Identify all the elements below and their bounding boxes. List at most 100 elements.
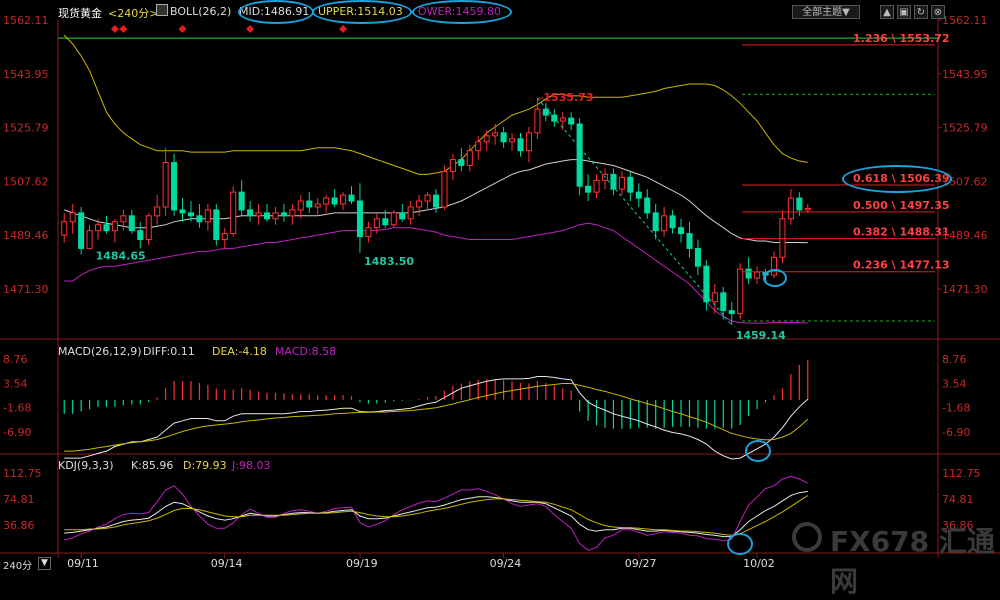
candle-body [94, 224, 102, 232]
price-tick-label-left: 1543.95 [3, 68, 49, 81]
kdj-k-value: K:85.96 [131, 459, 174, 472]
price-tick-label-right: 1471.30 [942, 283, 988, 296]
candle-body [323, 197, 330, 205]
price-tick-label-right: 1489.46 [942, 229, 988, 242]
candle-body [289, 209, 296, 217]
mid-highlight-ring [238, 0, 314, 24]
candle-body [280, 212, 287, 217]
instrument-title: 现货黄金 [58, 7, 102, 20]
axis-labels: 1562.11 1562.11 1543.95 1543.95 1525.79 1525.… [3, 14, 988, 570]
toolbar-button-close[interactable]: ⊗ [931, 5, 945, 19]
candle-body [230, 191, 237, 235]
candle-body [128, 215, 135, 232]
fib-0618-highlight-ring [842, 165, 952, 193]
candle-body [111, 221, 118, 232]
fib-levels: 1.236 \ 1553.720.618 \ 1506.390.500 \ 14… [742, 32, 950, 273]
candle-body [593, 179, 600, 193]
kdj-d-value: D:79.93 [183, 459, 227, 472]
candle-body [694, 247, 701, 267]
candle-highlight-ring [763, 269, 787, 287]
toolbar-button-refresh[interactable]: ↻ [914, 5, 928, 19]
candle-body [196, 215, 203, 223]
candle-body [644, 197, 651, 214]
candle-body [728, 310, 735, 315]
upper-highlight-ring [312, 0, 412, 24]
date-label: 09/14 [211, 557, 243, 570]
kdj-tick-label-left: 74.81 [3, 493, 35, 506]
candle-body [483, 135, 490, 143]
signal-diamond-icon [119, 25, 128, 33]
kdj-cross-highlight-ring [727, 533, 753, 555]
candle-body [297, 200, 304, 211]
kdj-indicator-name: KDJ(9,3,3) [58, 459, 114, 472]
candle-body [365, 227, 372, 238]
candle-body [263, 212, 271, 220]
candle-body [441, 170, 448, 208]
candle-body [162, 162, 169, 208]
date-label: 09/19 [346, 557, 378, 570]
candle-body [492, 132, 499, 137]
toolbar-button-layout[interactable]: ▣ [897, 5, 911, 19]
candle-body [458, 159, 465, 166]
date-label: 09/27 [625, 557, 657, 570]
low-annotation-3: 1459.14 [736, 329, 786, 342]
candle-body [103, 224, 110, 232]
candle-body [754, 271, 761, 279]
fib-level-label: 0.500 \ 1497.35 [853, 199, 950, 212]
macd-tick-label-left: 8.76 [3, 353, 28, 366]
candle-body [466, 150, 473, 166]
signal-diamond-icon [178, 25, 187, 33]
candle-body [745, 268, 752, 279]
date-label: 09/11 [67, 557, 99, 570]
candle-body [238, 191, 245, 211]
period-label: <240分> [108, 7, 159, 20]
candle-body [500, 132, 507, 143]
topic-select-button[interactable]: 全部主题▼ [792, 5, 860, 19]
candle-body [779, 218, 786, 258]
price-tick-label-left: 1525.79 [3, 122, 49, 135]
date-label: 10/02 [743, 557, 775, 570]
watermark-logo-icon [792, 522, 822, 552]
signal-diamond-icon [339, 25, 348, 33]
toolbar-button-up[interactable]: ▲ [880, 5, 894, 19]
swing-trend-line [537, 97, 733, 326]
period-selector[interactable]: 240分 [3, 557, 32, 572]
candle-body [171, 162, 178, 211]
macd-panel [63, 359, 809, 460]
kdj-k-line [64, 490, 808, 538]
signal-diamond-icon [246, 25, 255, 33]
signal-diamond-icon [110, 25, 119, 33]
candle-body [542, 108, 549, 116]
candle-body [340, 194, 347, 205]
candle-body [247, 209, 254, 217]
candle-body [382, 218, 389, 226]
candle-body [517, 138, 524, 152]
candle-body [618, 176, 625, 190]
price-tick-label-right: 1543.95 [942, 68, 988, 81]
watermark-text: FX678 汇通网 [830, 525, 995, 598]
candle-body [635, 191, 642, 199]
candle-body [416, 200, 423, 208]
indicator-icon[interactable] [156, 4, 168, 16]
macd-tick-label-left: -6.90 [3, 426, 31, 439]
price-tick-label-left: 1507.62 [3, 175, 49, 188]
macd-diff-line [64, 376, 809, 460]
period-selector-arrow-icon[interactable]: ▼ [38, 557, 51, 570]
kdj-tick-label-right: 74.81 [942, 493, 974, 506]
macd-tick-label-right: -6.90 [942, 426, 970, 439]
macd-dea-line [64, 383, 809, 452]
candle-body [686, 233, 693, 249]
kdj-tick-label-right: 112.75 [942, 467, 981, 480]
price-tick-label-right: 1525.79 [942, 122, 988, 135]
candle-body [306, 200, 313, 208]
candle-body [213, 209, 220, 241]
candle-body [145, 215, 152, 241]
macd-tick-label-left: -1.68 [3, 402, 31, 415]
candle-body [525, 132, 532, 152]
candle-body [627, 176, 634, 193]
boll-lower-line [64, 222, 808, 324]
candle-body [475, 141, 482, 152]
price-tick-label-left: 1471.30 [3, 283, 49, 296]
candle-body [272, 212, 279, 220]
lower-highlight-ring [412, 0, 512, 24]
